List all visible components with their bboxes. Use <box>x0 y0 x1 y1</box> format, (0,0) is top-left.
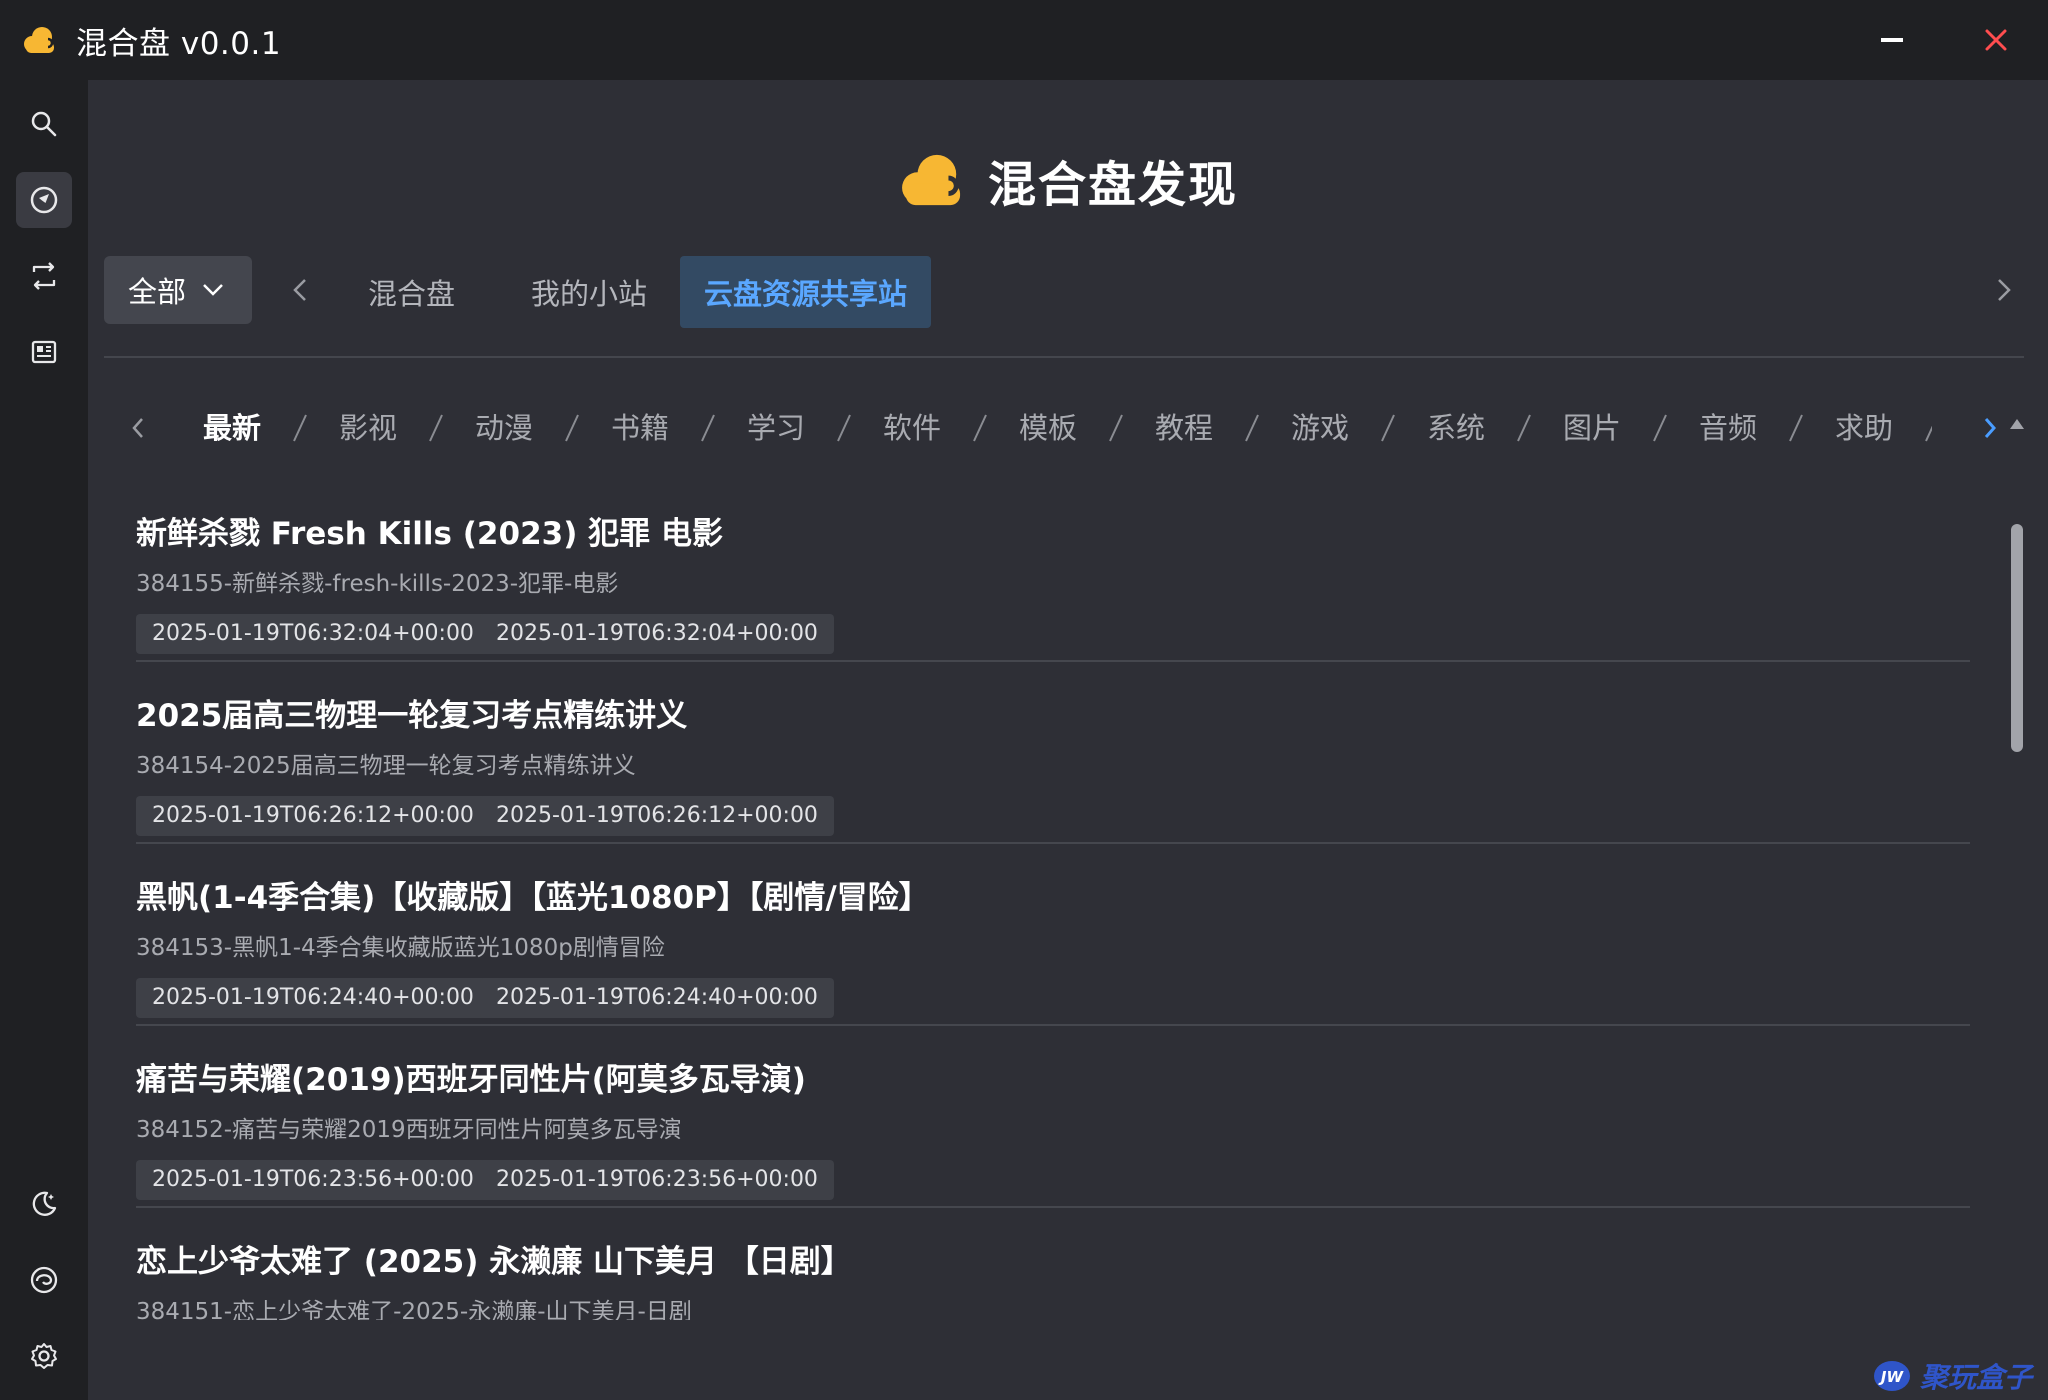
scroll-up-button[interactable] <box>2008 418 2026 434</box>
category-strip: 最新影视动漫书籍学习软件模板教程游戏系统图片音频求助其他 <box>164 400 1932 456</box>
search-icon <box>31 111 57 137</box>
category-tab[interactable]: 最新 <box>164 400 300 456</box>
category-bar: 最新影视动漫书籍学习软件模板教程游戏系统图片音频求助其他 <box>120 400 2008 456</box>
chevron-right-icon <box>1998 279 2011 301</box>
minimize-icon <box>1881 38 1903 42</box>
chevron-left-icon <box>293 279 306 301</box>
created-time-badge: 2025-01-19T06:32:04+00:00 <box>136 614 490 654</box>
category-tab[interactable]: 教程 <box>1116 400 1252 456</box>
category-tab[interactable]: 图片 <box>1524 400 1660 456</box>
caret-up-icon <box>2010 419 2024 429</box>
close-icon <box>1985 29 2007 51</box>
item-slug: 384154-2025届高三物理一轮复习考点精练讲义 <box>136 753 636 779</box>
item-title[interactable]: 新鲜杀戮 Fresh Kills (2023) 犯罪 电影 <box>136 508 723 553</box>
item-slug: 384153-黑帆1-4季合集收藏版蓝光1080p剧情冒险 <box>136 935 665 961</box>
chevron-down-icon <box>202 283 224 297</box>
compass-icon <box>30 186 58 214</box>
created-time-badge: 2025-01-19T06:23:56+00:00 <box>136 1160 490 1200</box>
category-tab[interactable]: 求助 <box>1796 400 1932 456</box>
page-title: 混合盘发现 <box>987 157 1238 213</box>
moon-icon <box>32 1191 57 1216</box>
sidebar <box>0 80 88 1400</box>
close-button[interactable] <box>1966 10 2026 70</box>
updated-time-badge: 2025-01-19T06:23:56+00:00 <box>480 1160 834 1200</box>
browser-button[interactable] <box>16 1252 72 1308</box>
chevron-left-icon <box>132 418 143 438</box>
title-bar: 混合盘 v0.0.1 <box>0 0 2048 80</box>
source-filter-label: 全部 <box>128 275 187 309</box>
gear-icon <box>31 1343 57 1369</box>
window-title: 混合盘 v0.0.1 <box>76 25 282 62</box>
cloud-logo-icon <box>20 20 60 60</box>
category-next-button[interactable] <box>1972 408 2008 448</box>
chevron-right-icon <box>1984 418 1996 438</box>
sidebar-item-transfer[interactable] <box>16 248 72 304</box>
minimize-button[interactable] <box>1862 10 1922 70</box>
source-tabs: 全部 混合盘 我的小站 云盘资源共享站 <box>104 256 2024 328</box>
divider <box>104 356 2024 358</box>
svg-text:JW: JW <box>1878 1368 1905 1386</box>
list-item[interactable]: 黑帆(1-4季合集)【收藏版】【蓝光1080P】【剧情/冒险】 384153-黑帆… <box>136 844 1970 1026</box>
updated-time-badge: 2025-01-19T06:26:12+00:00 <box>480 796 834 836</box>
cloud-logo-icon <box>898 148 974 212</box>
scrollbar[interactable] <box>2008 412 2026 1320</box>
source-prev-button[interactable] <box>280 270 320 310</box>
source-next-button[interactable] <box>1984 270 2024 310</box>
item-title[interactable]: 黑帆(1-4季合集)【收藏版】【蓝光1080P】【剧情/冒险】 <box>136 872 930 917</box>
category-tab[interactable]: 书籍 <box>572 400 708 456</box>
watermark-badge: JW <box>1874 1361 1910 1391</box>
page-header: 混合盘发现 <box>88 140 2048 220</box>
item-slug: 384152-痛苦与荣耀2019西班牙同性片阿莫多瓦导演 <box>136 1117 682 1143</box>
category-tab[interactable]: 音频 <box>1660 400 1796 456</box>
settings-button[interactable] <box>16 1328 72 1384</box>
list-item[interactable]: 痛苦与荣耀(2019)西班牙同性片(阿莫多瓦导演) 384152-痛苦与荣耀201… <box>136 1026 1970 1208</box>
resource-list: 新鲜杀戮 Fresh Kills (2023) 犯罪 电影 384155-新鲜杀戮… <box>136 480 1970 1320</box>
list-item[interactable]: 2025届高三物理一轮复习考点精练讲义 384154-2025届高三物理一轮复习考… <box>136 662 1970 844</box>
watermark-text: 聚玩盒子 <box>1920 1361 2033 1394</box>
created-time-badge: 2025-01-19T06:26:12+00:00 <box>136 796 490 836</box>
scroll-thumb[interactable] <box>2011 524 2023 752</box>
item-slug: 384155-新鲜杀戮-fresh-kills-2023-犯罪-电影 <box>136 571 619 597</box>
tab-source-hunhepan[interactable]: 混合盘 <box>344 256 479 328</box>
item-title[interactable]: 2025届高三物理一轮复习考点精练讲义 <box>136 690 687 735</box>
category-prev-button[interactable] <box>120 408 156 448</box>
newspaper-icon <box>31 340 57 364</box>
sidebar-item-news[interactable] <box>16 324 72 380</box>
updated-time-badge: 2025-01-19T06:32:04+00:00 <box>480 614 834 654</box>
list-item[interactable]: 恋上少爷太难了 (2025) 永濑廉 山下美月 【日剧】 384151-恋上少爷太… <box>136 1208 1970 1320</box>
item-title[interactable]: 痛苦与荣耀(2019)西班牙同性片(阿莫多瓦导演) <box>136 1054 806 1099</box>
item-slug: 384151-恋上少爷太难了-2025-永濑廉-山下美月-日剧 <box>136 1299 692 1320</box>
edge-icon <box>30 1266 58 1294</box>
source-filter-dropdown[interactable]: 全部 <box>104 256 252 324</box>
transfer-icon <box>32 262 56 290</box>
created-time-badge: 2025-01-19T06:24:40+00:00 <box>136 978 490 1018</box>
sidebar-item-search[interactable] <box>16 96 72 152</box>
category-tab[interactable]: 系统 <box>1388 400 1524 456</box>
sidebar-item-discover[interactable] <box>16 172 72 228</box>
category-tab[interactable]: 影视 <box>300 400 436 456</box>
category-viewport: 最新影视动漫书籍学习软件模板教程游戏系统图片音频求助其他 <box>164 400 1932 456</box>
category-tab[interactable]: 软件 <box>844 400 980 456</box>
theme-toggle-button[interactable] <box>16 1176 72 1232</box>
item-title[interactable]: 恋上少爷太难了 (2025) 永濑廉 山下美月 【日剧】 <box>136 1236 852 1281</box>
tab-source-cloud-share[interactable]: 云盘资源共享站 <box>680 256 932 328</box>
updated-time-badge: 2025-01-19T06:24:40+00:00 <box>480 978 834 1018</box>
watermark: JW 聚玩盒子 <box>1872 1356 2032 1396</box>
category-tab[interactable]: 游戏 <box>1252 400 1388 456</box>
list-item[interactable]: 新鲜杀戮 Fresh Kills (2023) 犯罪 电影 384155-新鲜杀戮… <box>136 480 1970 662</box>
tab-source-my-site[interactable]: 我的小站 <box>507 256 671 328</box>
category-tab[interactable]: 学习 <box>708 400 844 456</box>
category-tab[interactable]: 动漫 <box>436 400 572 456</box>
category-tab[interactable]: 模板 <box>980 400 1116 456</box>
